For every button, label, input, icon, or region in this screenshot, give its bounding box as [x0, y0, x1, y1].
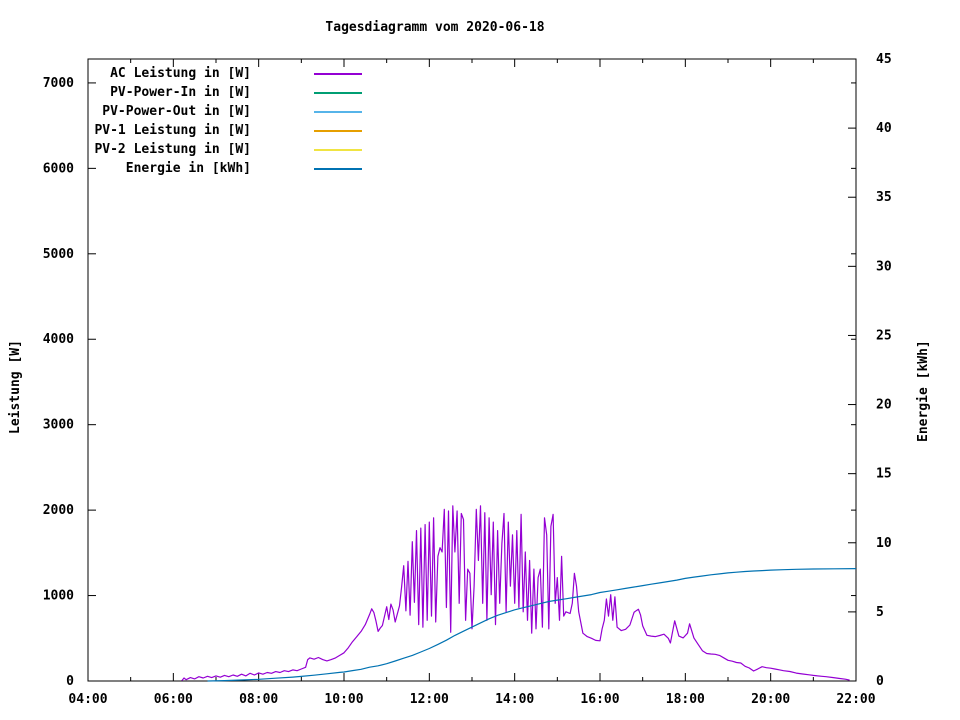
x-tick-label: 10:00: [324, 692, 363, 707]
y1-tick-label: 7000: [43, 76, 74, 91]
y1-tick-label: 5000: [43, 247, 74, 262]
legend-item: Energie in [kWh]: [90, 159, 390, 178]
legend-item: PV-Power-Out in [W]: [90, 102, 390, 121]
x-tick-label: 22:00: [836, 692, 875, 707]
series-line-ac-leistung-in-w-: [181, 505, 850, 681]
y2-tick-label: 20: [876, 398, 892, 413]
y1-tick-label: 4000: [43, 332, 74, 347]
legend-line-sample: [314, 72, 362, 75]
legend-line-sample: [314, 148, 362, 151]
y2-tick-label: 30: [876, 259, 892, 274]
x-tick-label: 16:00: [580, 692, 619, 707]
y2-tick-label: 45: [876, 52, 892, 67]
x-tick-label: 06:00: [154, 692, 193, 707]
chart-canvas: Tagesdiagramm vom 2020-06-18 Leistung [W…: [0, 0, 960, 720]
legend-item: PV-Power-In in [W]: [90, 83, 390, 102]
legend: AC Leistung in [W] PV-Power-In in [W] PV…: [90, 64, 390, 178]
x-tick-label: 08:00: [239, 692, 278, 707]
y2-tick-label: 10: [876, 536, 892, 551]
x-tick-label: 04:00: [68, 692, 107, 707]
legend-item-label: PV-2 Leistung in [W]: [94, 142, 251, 157]
y2-tick-label: 0: [876, 674, 884, 689]
y2-tick-label: 35: [876, 190, 892, 205]
legend-item: AC Leistung in [W]: [90, 64, 390, 83]
legend-line-sample: [314, 167, 362, 170]
legend-item-label: PV-Power-Out in [W]: [102, 104, 251, 119]
legend-item-label: PV-1 Leistung in [W]: [94, 123, 251, 138]
legend-item: PV-1 Leistung in [W]: [90, 121, 390, 140]
y1-tick-label: 6000: [43, 161, 74, 176]
y2-tick-label: 15: [876, 467, 892, 482]
legend-item-label: AC Leistung in [W]: [110, 66, 251, 81]
x-tick-label: 18:00: [666, 692, 705, 707]
legend-line-sample: [314, 129, 362, 132]
y1-tick-label: 1000: [43, 589, 74, 604]
x-tick-label: 12:00: [410, 692, 449, 707]
y1-tick-label: 3000: [43, 418, 74, 433]
y1-tick-label: 0: [66, 674, 74, 689]
legend-item-label: PV-Power-In in [W]: [110, 85, 251, 100]
y2-tick-label: 25: [876, 328, 892, 343]
y2-tick-label: 5: [876, 605, 884, 620]
y2-tick-label: 40: [876, 121, 892, 136]
legend-item-label: Energie in [kWh]: [125, 161, 251, 176]
y1-tick-label: 2000: [43, 503, 74, 518]
x-tick-label: 20:00: [751, 692, 790, 707]
legend-line-sample: [314, 110, 362, 113]
x-tick-label: 14:00: [495, 692, 534, 707]
legend-line-sample: [314, 91, 362, 94]
legend-item: PV-2 Leistung in [W]: [90, 140, 390, 159]
